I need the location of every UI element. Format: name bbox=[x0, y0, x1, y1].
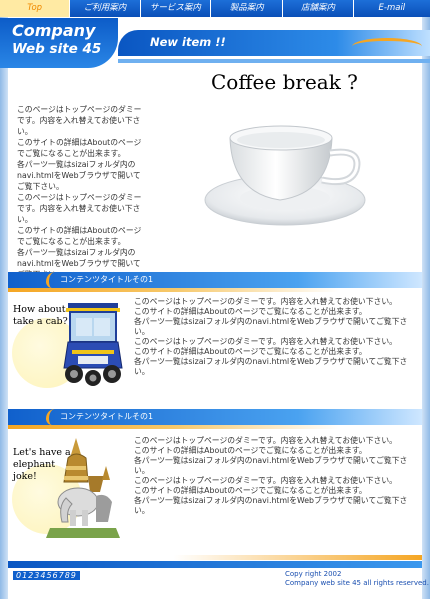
coffee-cup-image bbox=[204, 125, 366, 226]
right-border bbox=[422, 0, 430, 599]
swoosh-decoration bbox=[352, 38, 422, 55]
new-item-banner: New item !! bbox=[118, 30, 430, 56]
section-text-2: このページはトップページのダミーです。内容を入れ替えてお使い下さい。 このサイト… bbox=[134, 436, 408, 515]
copyright-line1: Copy right 2002 bbox=[285, 570, 342, 578]
tuk-tuk-image bbox=[63, 303, 123, 386]
swoosh-decoration bbox=[46, 272, 61, 288]
section-text-1: このページはトップページのダミーです。内容を入れ替えてお使い下さい。 このサイト… bbox=[134, 297, 408, 376]
hero-title: Coffee break ? bbox=[211, 70, 358, 94]
section-underline-2 bbox=[8, 425, 422, 429]
nav-stores[interactable]: 店舗案内 bbox=[283, 0, 354, 17]
visitor-counter: 0123456789 bbox=[13, 571, 80, 580]
swoosh-decoration bbox=[46, 409, 61, 425]
nav-email[interactable]: E-mail bbox=[353, 0, 430, 17]
logo-line1: Company bbox=[12, 21, 96, 40]
copyright: Copy right 2002 Company web site 45 all … bbox=[285, 570, 429, 588]
intro-text: このページはトップページのダミーです。内容を入れ替えてお使い下さい。 このサイト… bbox=[17, 105, 142, 279]
copyright-line2: Company web site 45 all rights reserved. bbox=[285, 579, 429, 587]
header: Company Web site 45 New item !! bbox=[0, 18, 430, 68]
section-header-1: コンテンツタイトルその1 bbox=[8, 272, 422, 288]
new-item-label: New item !! bbox=[150, 35, 226, 49]
logo[interactable]: Company Web site 45 bbox=[0, 18, 118, 68]
section-underline-1 bbox=[8, 288, 422, 292]
nav-services[interactable]: サービス案内 bbox=[140, 0, 212, 17]
logo-line2: Web site 45 bbox=[12, 41, 102, 57]
page: Top ご利用案内 サービス案内 製品案内 店舗案内 E-mail Compan… bbox=[0, 0, 430, 599]
left-border bbox=[0, 0, 8, 599]
section-title-1: コンテンツタイトルその1 bbox=[60, 275, 154, 284]
top-nav: Top ご利用案内 サービス案内 製品案内 店舗案内 E-mail bbox=[0, 0, 430, 18]
section-title-2: コンテンツタイトルその1 bbox=[60, 412, 154, 421]
section-header-2: コンテンツタイトルその1 bbox=[8, 409, 422, 425]
header-divider bbox=[118, 59, 430, 63]
footer-accent bbox=[8, 555, 422, 560]
nav-top[interactable]: Top bbox=[0, 0, 71, 17]
footer-bar bbox=[8, 561, 422, 568]
nav-guide[interactable]: ご利用案内 bbox=[70, 0, 141, 17]
nav-products[interactable]: 製品案内 bbox=[211, 0, 284, 17]
elephant-statue-image bbox=[46, 438, 120, 538]
